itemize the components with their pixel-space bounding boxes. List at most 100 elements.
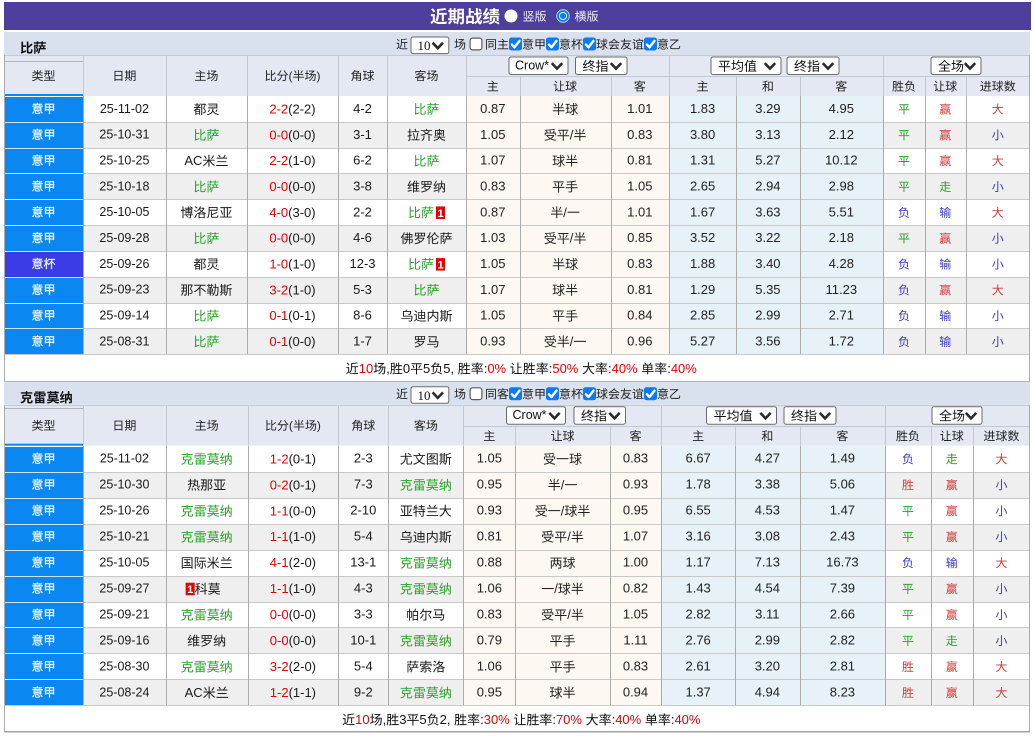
svg-text:0.83: 0.83 (623, 451, 648, 466)
svg-text:0.83: 0.83 (623, 658, 648, 673)
svg-text:25-11-02: 25-11-02 (100, 102, 149, 116)
svg-text:/: / (570, 231, 574, 246)
svg-text:(0-0): (0-0) (288, 179, 315, 194)
svg-text:3-1: 3-1 (353, 127, 372, 142)
svg-text:1.07: 1.07 (480, 153, 505, 168)
svg-text:AC: AC (185, 685, 203, 700)
svg-text:1.72: 1.72 (829, 333, 854, 348)
svg-text:1-2: 1-2 (270, 451, 289, 466)
svg-text:(1-0): (1-0) (288, 153, 315, 168)
svg-text:4.27: 4.27 (755, 451, 780, 466)
svg-text:(1-0): (1-0) (288, 257, 315, 272)
svg-text:4.53: 4.53 (755, 503, 780, 518)
svg-text:10: 10 (359, 361, 373, 376)
svg-text:2.85: 2.85 (690, 308, 715, 323)
svg-text:,: , (383, 712, 387, 727)
svg-text:AC: AC (184, 153, 202, 168)
svg-text:(0-0): (0-0) (289, 503, 316, 518)
svg-text:2.71: 2.71 (829, 308, 854, 323)
svg-text:7.13: 7.13 (755, 555, 780, 570)
svg-text:0.83: 0.83 (480, 178, 505, 193)
svg-text:4-1: 4-1 (270, 555, 289, 570)
svg-text:1.31: 1.31 (690, 153, 715, 168)
svg-text:0%: 0% (487, 361, 506, 376)
svg-text:2.66: 2.66 (830, 607, 855, 622)
svg-text:0.93: 0.93 (480, 333, 505, 348)
svg-text:10.12: 10.12 (825, 153, 858, 168)
svg-text:3: 3 (399, 712, 406, 727)
svg-text:1.83: 1.83 (690, 101, 715, 116)
svg-text:1-1: 1-1 (270, 581, 289, 596)
svg-text:0.87: 0.87 (480, 101, 505, 116)
svg-text:2.18: 2.18 (829, 230, 854, 245)
svg-text:(0-0): (0-0) (288, 127, 315, 142)
svg-text:40%: 40% (671, 361, 697, 376)
svg-text:7-3: 7-3 (354, 477, 373, 492)
svg-text:4.54: 4.54 (755, 581, 780, 596)
svg-text:2.43: 2.43 (830, 529, 855, 544)
svg-text:6.55: 6.55 (685, 503, 710, 518)
svg-text:(0-0): (0-0) (289, 633, 316, 648)
svg-text:,: , (386, 361, 390, 376)
svg-text:0-0: 0-0 (269, 179, 288, 194)
svg-text:0-0: 0-0 (270, 633, 289, 648)
svg-text:25-09-14: 25-09-14 (99, 308, 149, 322)
svg-text:40%: 40% (615, 712, 641, 727)
svg-text:(0-0): (0-0) (288, 334, 315, 349)
svg-text:(0-0): (0-0) (288, 231, 315, 246)
svg-text:5-4: 5-4 (354, 529, 373, 544)
svg-text:3.11: 3.11 (755, 607, 779, 622)
svg-text:/: / (554, 581, 558, 596)
svg-text:2-2: 2-2 (269, 102, 288, 117)
svg-text:(2-0): (2-0) (289, 555, 316, 570)
svg-text:25-08-24: 25-08-24 (99, 685, 149, 699)
svg-text:4-6: 4-6 (353, 230, 372, 245)
svg-text:25-10-25: 25-10-25 (99, 153, 149, 167)
svg-text:1.01: 1.01 (627, 204, 652, 219)
svg-text:1-1: 1-1 (270, 529, 289, 544)
svg-text:25-10-31: 25-10-31 (99, 128, 149, 142)
svg-text:2-2: 2-2 (269, 153, 288, 168)
svg-text:1.03: 1.03 (480, 230, 505, 245)
svg-text:1.05: 1.05 (480, 127, 505, 142)
svg-text:5.27: 5.27 (690, 333, 715, 348)
svg-text:1-2: 1-2 (270, 685, 289, 700)
svg-text:1.00: 1.00 (623, 555, 648, 570)
svg-text:2.99: 2.99 (755, 308, 780, 323)
svg-text:0.85: 0.85 (627, 230, 652, 245)
svg-text:1.37: 1.37 (685, 684, 710, 699)
svg-text:50%: 50% (552, 361, 578, 376)
svg-text:25-09-27: 25-09-27 (99, 581, 149, 595)
svg-text:6-2: 6-2 (353, 153, 372, 168)
svg-text:10-1: 10-1 (350, 633, 376, 648)
svg-text:1: 1 (437, 208, 443, 220)
svg-text:2-10: 2-10 (350, 503, 376, 518)
svg-text:1: 1 (437, 260, 443, 272)
svg-text:(0-0): (0-0) (289, 607, 316, 622)
svg-text:25-10-30: 25-10-30 (99, 478, 149, 492)
svg-text:2.12: 2.12 (829, 127, 854, 142)
svg-text:25-10-26: 25-10-26 (99, 504, 149, 518)
svg-text:13-1: 13-1 (350, 555, 376, 570)
svg-text:0-2: 0-2 (270, 477, 289, 492)
svg-text:2.76: 2.76 (685, 633, 710, 648)
svg-text:3.22: 3.22 (755, 230, 780, 245)
svg-text:(1-1): (1-1) (289, 685, 316, 700)
svg-text:5: 5 (423, 361, 430, 376)
svg-text:/: / (570, 127, 574, 142)
svg-text:25-08-31: 25-08-31 (99, 334, 149, 348)
svg-text:0-1: 0-1 (269, 334, 288, 349)
svg-text:5-4: 5-4 (354, 658, 373, 673)
svg-text:2.99: 2.99 (755, 633, 780, 648)
svg-text:1.06: 1.06 (477, 658, 502, 673)
svg-text:(: ( (289, 418, 293, 432)
svg-text:/: / (561, 477, 565, 492)
svg-text:(0-1): (0-1) (288, 308, 315, 323)
svg-text:1-0: 1-0 (269, 257, 288, 272)
svg-text:1.17: 1.17 (685, 555, 710, 570)
svg-text:0-0: 0-0 (269, 231, 288, 246)
svg-text:25-10-18: 25-10-18 (99, 179, 149, 193)
svg-text:1.29: 1.29 (690, 282, 715, 297)
svg-text:25-09-28: 25-09-28 (99, 231, 149, 245)
svg-text:/: / (561, 503, 565, 518)
